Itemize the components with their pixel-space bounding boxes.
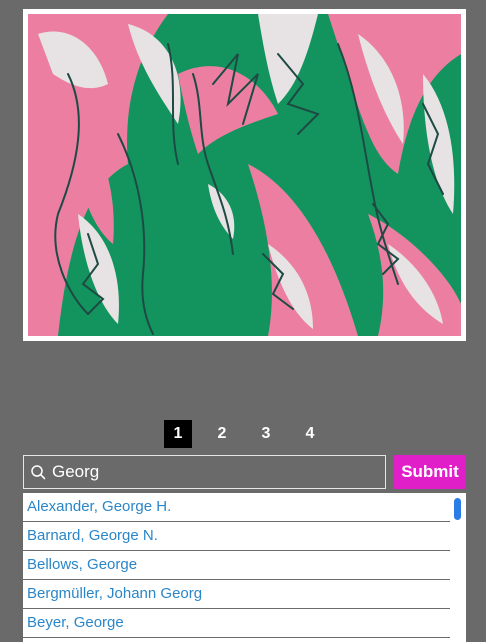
page-button-1[interactable]: 1 [164, 420, 192, 448]
result-item[interactable]: Alexander, George H. [23, 493, 450, 522]
abstract-print-artwork [28, 14, 461, 336]
artwork-image [23, 9, 466, 341]
result-item[interactable]: Beyer, George [23, 609, 450, 638]
search-input[interactable] [48, 462, 385, 482]
search-icon [31, 465, 46, 480]
scrollbar-thumb[interactable] [454, 498, 461, 520]
page-button-4[interactable]: 4 [296, 420, 324, 448]
pagination: 1 2 3 4 [164, 420, 324, 448]
results-list[interactable]: Alexander, George H. Barnard, George N. … [23, 493, 466, 642]
page-button-3[interactable]: 3 [252, 420, 280, 448]
results-scrollbar[interactable] [450, 493, 466, 642]
search-box [23, 455, 386, 489]
submit-button[interactable]: Submit [394, 455, 466, 489]
result-item[interactable]: Bellows, George [23, 551, 450, 580]
result-item[interactable]: Bergmüller, Johann Georg [23, 580, 450, 609]
page-button-2[interactable]: 2 [208, 420, 236, 448]
result-item[interactable]: Barnard, George N. [23, 522, 450, 551]
